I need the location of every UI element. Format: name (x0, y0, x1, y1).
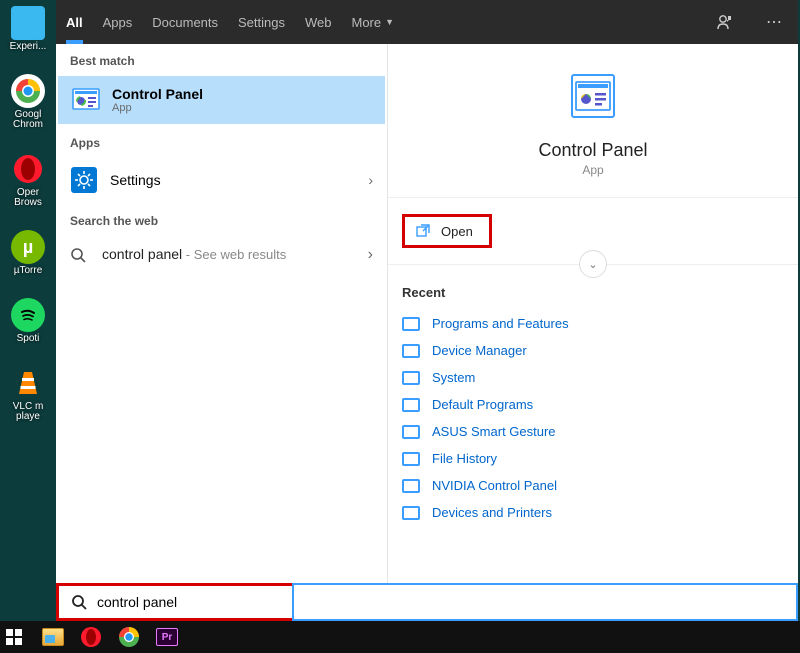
desktop-icon-opera[interactable]: Oper Brows (8, 152, 48, 208)
tab-web[interactable]: Web (305, 0, 332, 44)
desktop-icon-experi[interactable]: Experi... (8, 6, 48, 52)
actions: Open ⌄ (388, 198, 798, 265)
result-title: Control Panel (112, 86, 203, 102)
desktop: Experi... Googl Chrom Oper Brows µ µTorr… (0, 0, 800, 653)
open-button[interactable]: Open (402, 214, 492, 248)
settings-label: Settings (110, 172, 161, 188)
gear-icon (70, 166, 98, 194)
search-input[interactable] (97, 594, 280, 610)
recent-label: Recent (402, 285, 784, 300)
desktop-icons: Experi... Googl Chrom Oper Brows µ µTorr… (8, 0, 52, 422)
recent-section: Recent Programs and Features Device Manag… (388, 265, 798, 536)
result-control-panel[interactable]: Control Panel App (58, 76, 385, 124)
web-query: control panel (102, 246, 182, 262)
taskbar-explorer[interactable] (38, 625, 68, 649)
search-input-highlight[interactable] (56, 583, 292, 621)
recent-item-label: System (432, 370, 475, 385)
control-panel-small-icon (402, 479, 420, 493)
control-panel-large-icon (571, 74, 615, 118)
recent-item[interactable]: Devices and Printers (402, 499, 784, 526)
desktop-icon-utorrent[interactable]: µ µTorre (8, 230, 48, 276)
desktop-icon-chrome[interactable]: Googl Chrom (8, 74, 48, 130)
recent-item-label: Programs and Features (432, 316, 569, 331)
desktop-icon-spotify[interactable]: Spoti (8, 298, 48, 344)
search-tabs: All Apps Documents Settings Web More▼ ⋯ (56, 0, 798, 44)
control-panel-small-icon (402, 371, 420, 385)
recent-item[interactable]: ASUS Smart Gesture (402, 418, 784, 445)
taskbar: Pr (0, 621, 800, 653)
tab-apps[interactable]: Apps (103, 0, 133, 44)
recent-item-label: ASUS Smart Gesture (432, 424, 556, 439)
recent-item[interactable]: System (402, 364, 784, 391)
tab-all[interactable]: All (66, 0, 83, 44)
control-panel-icon (72, 86, 100, 114)
start-button[interactable] (6, 629, 30, 645)
chevron-right-icon: › (368, 246, 373, 264)
control-panel-small-icon (402, 506, 420, 520)
tab-settings[interactable]: Settings (238, 0, 285, 44)
tab-documents[interactable]: Documents (152, 0, 218, 44)
recent-item-label: Devices and Printers (432, 505, 552, 520)
best-match-label: Best match (56, 44, 387, 74)
search-panel: All Apps Documents Settings Web More▼ ⋯ … (56, 0, 798, 621)
search-icon (70, 247, 90, 263)
control-panel-small-icon (402, 317, 420, 331)
chevron-right-icon: › (368, 172, 373, 188)
watermark: w3zh.com (755, 609, 796, 619)
recent-item[interactable]: File History (402, 445, 784, 472)
detail-subtitle: App (582, 163, 603, 177)
control-panel-small-icon (402, 452, 420, 466)
results-right: Control Panel App Open ⌄ Recent Programs… (388, 44, 798, 583)
open-icon (415, 223, 431, 239)
results-left: Best match Control Panel App Apps (56, 44, 388, 583)
recent-item[interactable]: Programs and Features (402, 310, 784, 337)
control-panel-small-icon (402, 344, 420, 358)
taskbar-premiere[interactable]: Pr (152, 625, 182, 649)
chevron-down-icon: ▼ (385, 17, 394, 27)
detail-title: Control Panel (538, 140, 647, 161)
recent-item-label: Default Programs (432, 397, 533, 412)
feedback-icon[interactable] (710, 13, 740, 31)
apps-label: Apps (56, 126, 387, 156)
tab-more[interactable]: More▼ (352, 0, 395, 44)
taskbar-opera[interactable] (76, 625, 106, 649)
result-settings[interactable]: Settings › (56, 156, 387, 204)
web-sub: - See web results (182, 247, 286, 262)
result-subtitle: App (112, 102, 203, 114)
recent-item[interactable]: Device Manager (402, 337, 784, 364)
detail-header: Control Panel App (388, 44, 798, 198)
taskbar-chrome[interactable] (114, 625, 144, 649)
more-options-icon[interactable]: ⋯ (760, 12, 788, 32)
desktop-icon-vlc[interactable]: VLC m playe (8, 366, 48, 422)
recent-item-label: Device Manager (432, 343, 527, 358)
recent-item-label: File History (432, 451, 497, 466)
control-panel-small-icon (402, 425, 420, 439)
expand-button[interactable]: ⌄ (579, 250, 607, 278)
search-input-extension[interactable] (292, 583, 798, 621)
searchbar-container (56, 583, 798, 621)
search-body: Best match Control Panel App Apps (56, 44, 798, 583)
search-icon (71, 594, 87, 610)
recent-item[interactable]: NVIDIA Control Panel (402, 472, 784, 499)
search-web-label: Search the web (56, 204, 387, 234)
open-label: Open (441, 224, 473, 239)
recent-item-label: NVIDIA Control Panel (432, 478, 557, 493)
recent-item[interactable]: Default Programs (402, 391, 784, 418)
control-panel-small-icon (402, 398, 420, 412)
web-result[interactable]: control panel - See web results › (56, 234, 387, 276)
